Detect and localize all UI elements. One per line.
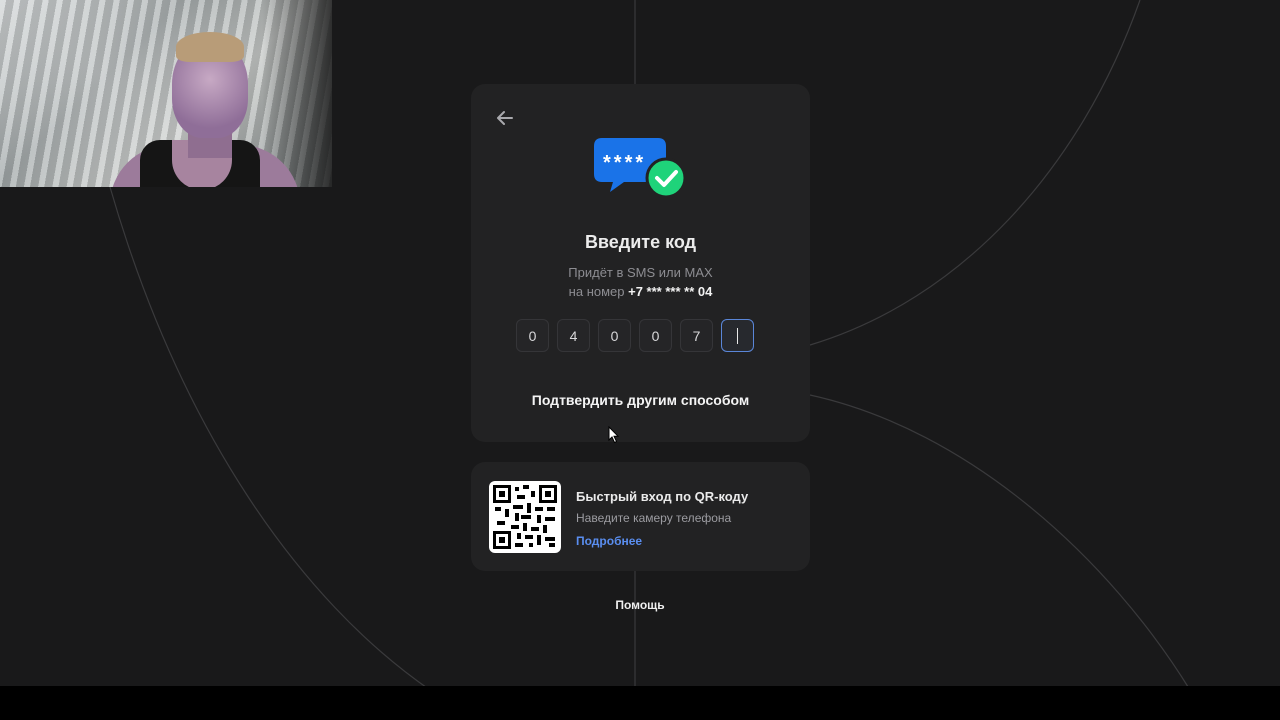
code-digit-5[interactable]: 7 [680, 319, 713, 352]
mouse-cursor-icon [608, 426, 620, 444]
qr-code-icon [489, 481, 561, 553]
back-button[interactable] [493, 106, 517, 130]
code-digit-3[interactable]: 0 [598, 319, 631, 352]
qr-login-card[interactable]: Быстрый вход по QR-коду Наведите камеру … [471, 462, 810, 571]
qr-subtitle: Наведите камеру телефона [576, 511, 732, 525]
code-digit-2[interactable]: 4 [557, 319, 590, 352]
subtitle: Придёт в SMS или MAX на номер +7 *** ***… [471, 263, 810, 301]
bottom-black-bar [0, 686, 1280, 720]
subtitle-delivery: Придёт в SMS или MAX [568, 265, 713, 280]
sms-code-stars: **** [603, 152, 646, 174]
code-digit-1[interactable]: 0 [516, 319, 549, 352]
webcam-overlay [0, 0, 332, 187]
code-digit-4[interactable]: 0 [639, 319, 672, 352]
qr-title: Быстрый вход по QR-коду [576, 489, 749, 504]
alternative-method-button[interactable]: Подтвердить другим способом [471, 392, 810, 408]
back-arrow-icon [497, 111, 513, 125]
code-input-row: 0 4 0 0 7 [516, 319, 759, 352]
code-entry-card: **** Введите код Придёт в SMS или MAX на… [471, 84, 810, 442]
sms-code-icon: **** [594, 138, 687, 198]
code-digit-6-active[interactable] [721, 319, 754, 352]
text-caret [736, 327, 739, 344]
subtitle-phone-line: на номер +7 *** *** ** 04 [471, 282, 810, 301]
subtitle-prefix: на номер [568, 284, 625, 299]
qr-more-link[interactable]: Подробнее [576, 534, 642, 548]
page-title: Введите код [584, 232, 697, 252]
help-link[interactable]: Помощь [590, 598, 690, 612]
masked-phone-number: +7 *** *** ** 04 [628, 284, 713, 299]
check-icon [645, 157, 687, 198]
